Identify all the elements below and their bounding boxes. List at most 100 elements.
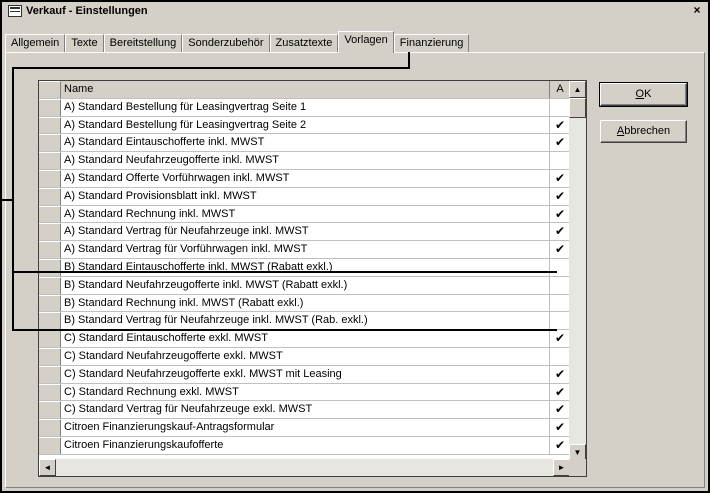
active-check-cell[interactable]: ✔ [550,117,570,134]
active-check-cell[interactable] [550,312,570,329]
row-selector[interactable] [39,223,61,241]
table-row[interactable]: C) Standard Eintauschofferte exkl. MWST ✔ [39,330,570,348]
row-selector[interactable] [39,436,61,454]
vertical-scrollbar[interactable]: ▲ ▼ [569,81,586,461]
table-row[interactable]: A) Standard Eintauschofferte inkl. MWST ✔ [39,134,570,153]
table-row[interactable]: A) Standard Bestellung für Leasingvertra… [39,116,570,135]
active-check-cell[interactable] [550,348,570,365]
tab-zusatztexte[interactable]: Zusatztexte [269,34,339,52]
table-row[interactable]: A) Standard Vertrag für Vorführwagen ink… [39,241,570,259]
active-check-cell[interactable]: ✔ [550,241,570,258]
row-selector[interactable] [39,401,61,419]
table-row[interactable]: A) Standard Provisionsblatt inkl. MWST ✔ [39,187,570,206]
template-name-cell[interactable]: A) Standard Bestellung für Leasingvertra… [61,116,550,134]
tab-sonderzubeh-r[interactable]: Sonderzubehör [182,34,270,52]
app-icon [8,5,22,17]
template-name-cell[interactable]: A) Standard Provisionsblatt inkl. MWST [61,187,550,205]
table-row[interactable]: C) Standard Neufahrzeugofferte exkl. MWS… [39,365,570,384]
template-name-cell[interactable]: B) Standard Eintauschofferte inkl. MWST … [61,258,550,276]
table-row[interactable]: Citroen Finanzierungskaufofferte ✔ [39,436,570,455]
row-selector[interactable] [39,116,61,134]
template-name-cell[interactable]: A) Standard Eintauschofferte inkl. MWST [61,134,550,152]
table-row[interactable]: B) Standard Vertrag für Neufahrzeuge ink… [39,312,570,331]
template-name-cell[interactable]: C) Standard Neufahrzeugofferte exkl. MWS… [61,365,550,383]
ok-button[interactable]: OK [599,82,688,107]
template-name-cell[interactable]: B) Standard Neufahrzeugofferte inkl. MWS… [61,276,550,294]
cancel-button[interactable]: Abbrechen [600,120,687,143]
tab-vorlagen[interactable]: Vorlagen [338,31,394,53]
active-check-cell[interactable]: ✔ [550,206,570,223]
template-name-cell[interactable]: A) Standard Offerte Vorführwagen inkl. M… [61,169,550,187]
column-header-a[interactable]: A [550,81,570,98]
template-name-cell[interactable]: Citroen Finanzierungskaufofferte [61,436,550,454]
tab-texte[interactable]: Texte [65,34,104,52]
table-row[interactable]: C) Standard Vertrag für Neufahrzeuge exk… [39,401,570,420]
template-name-cell[interactable]: C) Standard Eintauschofferte exkl. MWST [61,330,550,347]
active-check-cell[interactable]: ✔ [550,419,570,436]
template-name-cell[interactable]: A) Standard Neufahrzeugofferte inkl. MWS… [61,152,550,169]
tab-finanzierung[interactable]: Finanzierung [393,34,470,52]
tab-bereitstellung[interactable]: Bereitstellung [103,34,183,52]
row-selector[interactable] [39,383,61,401]
active-check-cell[interactable] [550,259,570,276]
table-row[interactable]: A) Standard Vertrag für Neufahrzeuge ink… [39,223,570,242]
table-row[interactable]: B) Standard Eintauschofferte inkl. MWST … [39,258,570,277]
active-check-cell[interactable]: ✔ [550,134,570,151]
active-check-cell[interactable]: ✔ [550,188,570,205]
template-name-cell[interactable]: B) Standard Rechnung inkl. MWST (Rabatt … [61,294,550,312]
row-selector[interactable] [39,294,61,312]
template-name-cell[interactable]: B) Standard Vertrag für Neufahrzeuge ink… [61,312,550,330]
row-selector[interactable] [39,169,61,187]
row-selector[interactable] [39,330,61,347]
template-name-cell[interactable]: C) Standard Neufahrzeugofferte exkl. MWS… [61,347,550,365]
row-selector[interactable] [39,258,61,276]
active-check-cell[interactable]: ✔ [550,330,570,347]
row-selector[interactable] [39,312,61,330]
table-row[interactable]: Citroen Finanzierungskauf-Antragsformula… [39,419,570,437]
active-check-cell[interactable]: ✔ [550,223,570,240]
active-check-cell[interactable]: ✔ [550,437,570,454]
row-selector[interactable] [39,98,61,116]
table-row[interactable]: C) Standard Neufahrzeugofferte exkl. MWS… [39,347,570,366]
active-check-cell[interactable]: ✔ [550,401,570,418]
row-selector[interactable] [39,134,61,152]
row-selector[interactable] [39,205,61,223]
scroll-right-icon[interactable]: ► [553,459,570,476]
active-check-cell[interactable]: ✔ [550,366,570,383]
template-name-cell[interactable]: C) Standard Vertrag für Neufahrzeuge exk… [61,401,550,419]
close-button[interactable]: × [690,4,704,18]
active-check-cell[interactable] [550,277,570,294]
table-row[interactable]: A) Standard Offerte Vorführwagen inkl. M… [39,169,570,188]
scroll-up-icon[interactable]: ▲ [569,81,586,98]
vertical-scroll-thumb[interactable] [569,98,586,118]
horizontal-scrollbar[interactable]: ◄ ► [39,459,570,476]
active-check-cell[interactable] [550,295,570,312]
active-check-cell[interactable] [550,152,570,169]
template-name-cell[interactable]: A) Standard Bestellung für Leasingvertra… [61,98,550,116]
table-row[interactable]: C) Standard Rechnung exkl. MWST ✔ [39,383,570,402]
row-selector[interactable] [39,347,61,365]
row-selector[interactable] [39,365,61,383]
table-row[interactable]: B) Standard Neufahrzeugofferte inkl. MWS… [39,276,570,295]
active-check-cell[interactable]: ✔ [550,170,570,187]
row-selector[interactable] [39,241,61,258]
column-header-name[interactable]: Name [61,81,550,98]
template-name-cell[interactable]: Citroen Finanzierungskauf-Antragsformula… [61,419,550,436]
table-row[interactable]: A) Standard Rechnung inkl. MWST ✔ [39,205,570,224]
active-check-cell[interactable]: ✔ [550,384,570,401]
template-name-cell[interactable]: A) Standard Vertrag für Vorführwagen ink… [61,241,550,258]
row-selector[interactable] [39,276,61,294]
tab-allgemein[interactable]: Allgemein [5,34,66,52]
template-name-cell[interactable]: C) Standard Rechnung exkl. MWST [61,383,550,401]
active-check-cell[interactable] [550,99,570,116]
row-selector[interactable] [39,152,61,169]
template-name-cell[interactable]: A) Standard Vertrag für Neufahrzeuge ink… [61,223,550,241]
checkmark-icon: ✔ [554,420,566,435]
row-selector[interactable] [39,187,61,205]
table-row[interactable]: A) Standard Bestellung für Leasingvertra… [39,98,570,117]
table-row[interactable]: A) Standard Neufahrzeugofferte inkl. MWS… [39,152,570,170]
template-name-cell[interactable]: A) Standard Rechnung inkl. MWST [61,205,550,223]
table-row[interactable]: B) Standard Rechnung inkl. MWST (Rabatt … [39,294,570,313]
scroll-left-icon[interactable]: ◄ [39,459,56,476]
row-selector[interactable] [39,419,61,436]
